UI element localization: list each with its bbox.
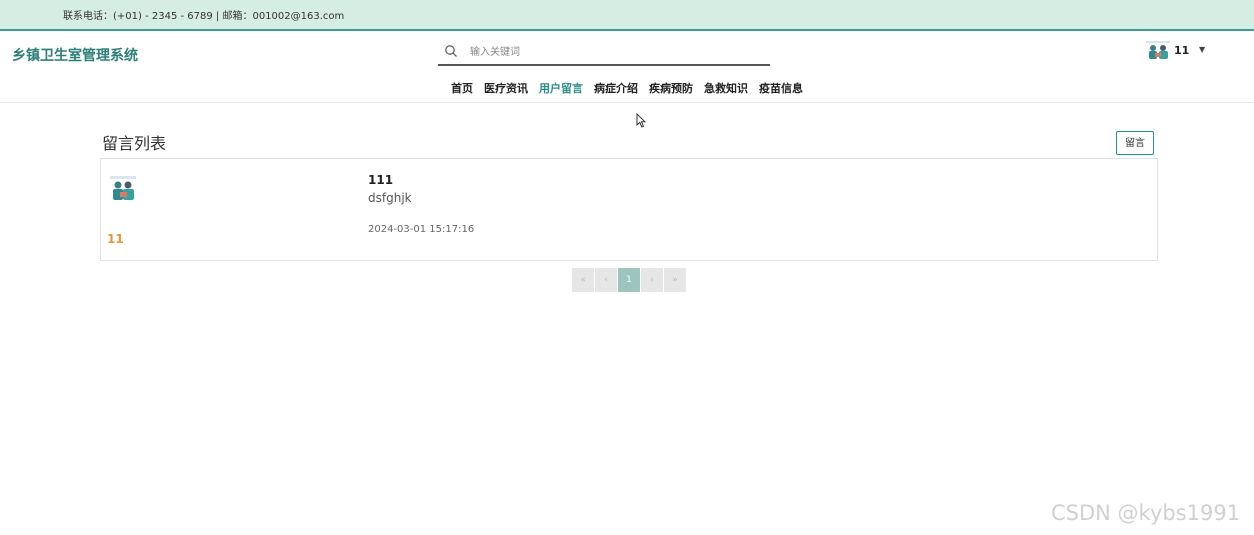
message-time: 2024-03-01 15:17:16 bbox=[368, 224, 475, 235]
nav-item-user-messages[interactable]: 用户留言 bbox=[539, 80, 583, 96]
username[interactable]: 11 bbox=[1174, 44, 1189, 57]
page-title: 留言列表 bbox=[102, 134, 167, 153]
pagination: « ‹ 1 › » bbox=[572, 268, 687, 292]
site-header: 乡镇卫生室管理系统 11 ▼ 首页 医疗资讯 用户留言 病症介绍 疾病预防 急救… bbox=[0, 31, 1254, 103]
next-page-button[interactable]: › bbox=[641, 268, 663, 292]
search-box bbox=[438, 40, 770, 66]
search-input[interactable] bbox=[468, 42, 762, 62]
nav-item-home[interactable]: 首页 bbox=[451, 80, 473, 96]
current-page[interactable]: 1 bbox=[618, 268, 640, 292]
first-page-button[interactable]: « bbox=[572, 268, 594, 292]
leave-message-button[interactable]: 留言 bbox=[1116, 131, 1154, 155]
prev-page-button[interactable]: ‹ bbox=[595, 268, 617, 292]
user-avatar[interactable] bbox=[1144, 40, 1172, 62]
message-card: 11 111 dsfghjk 2024-03-01 15:17:16 bbox=[100, 158, 1158, 261]
nav-item-vaccine-info[interactable]: 疫苗信息 bbox=[759, 80, 803, 96]
last-page-button[interactable]: » bbox=[664, 268, 686, 292]
top-contact-bar: 联系电话：(+01) - 2345 - 6789 | 邮箱：001002@163… bbox=[0, 0, 1254, 31]
mouse-cursor-icon bbox=[636, 113, 646, 128]
message-content: dsfghjk bbox=[368, 191, 412, 205]
main-nav: 首页 医疗资讯 用户留言 病症介绍 疾病预防 急救知识 疫苗信息 bbox=[451, 80, 814, 96]
message-title: 111 bbox=[368, 173, 394, 187]
site-logo[interactable]: 乡镇卫生室管理系统 bbox=[12, 45, 138, 65]
watermark: CSDN @kybs1991 bbox=[1051, 501, 1241, 525]
nav-item-disease-intro[interactable]: 病症介绍 bbox=[594, 80, 638, 96]
nav-item-disease-prevention[interactable]: 疾病预防 bbox=[649, 80, 693, 96]
search-icon[interactable] bbox=[444, 44, 458, 58]
nav-item-medical-news[interactable]: 医疗资讯 bbox=[484, 80, 528, 96]
nav-item-first-aid[interactable]: 急救知识 bbox=[704, 80, 748, 96]
caret-down-icon[interactable]: ▼ bbox=[1199, 45, 1205, 54]
author-avatar bbox=[110, 176, 136, 200]
message-author: 11 bbox=[107, 232, 124, 246]
contact-info: 联系电话：(+01) - 2345 - 6789 | 邮箱：001002@163… bbox=[63, 11, 345, 22]
